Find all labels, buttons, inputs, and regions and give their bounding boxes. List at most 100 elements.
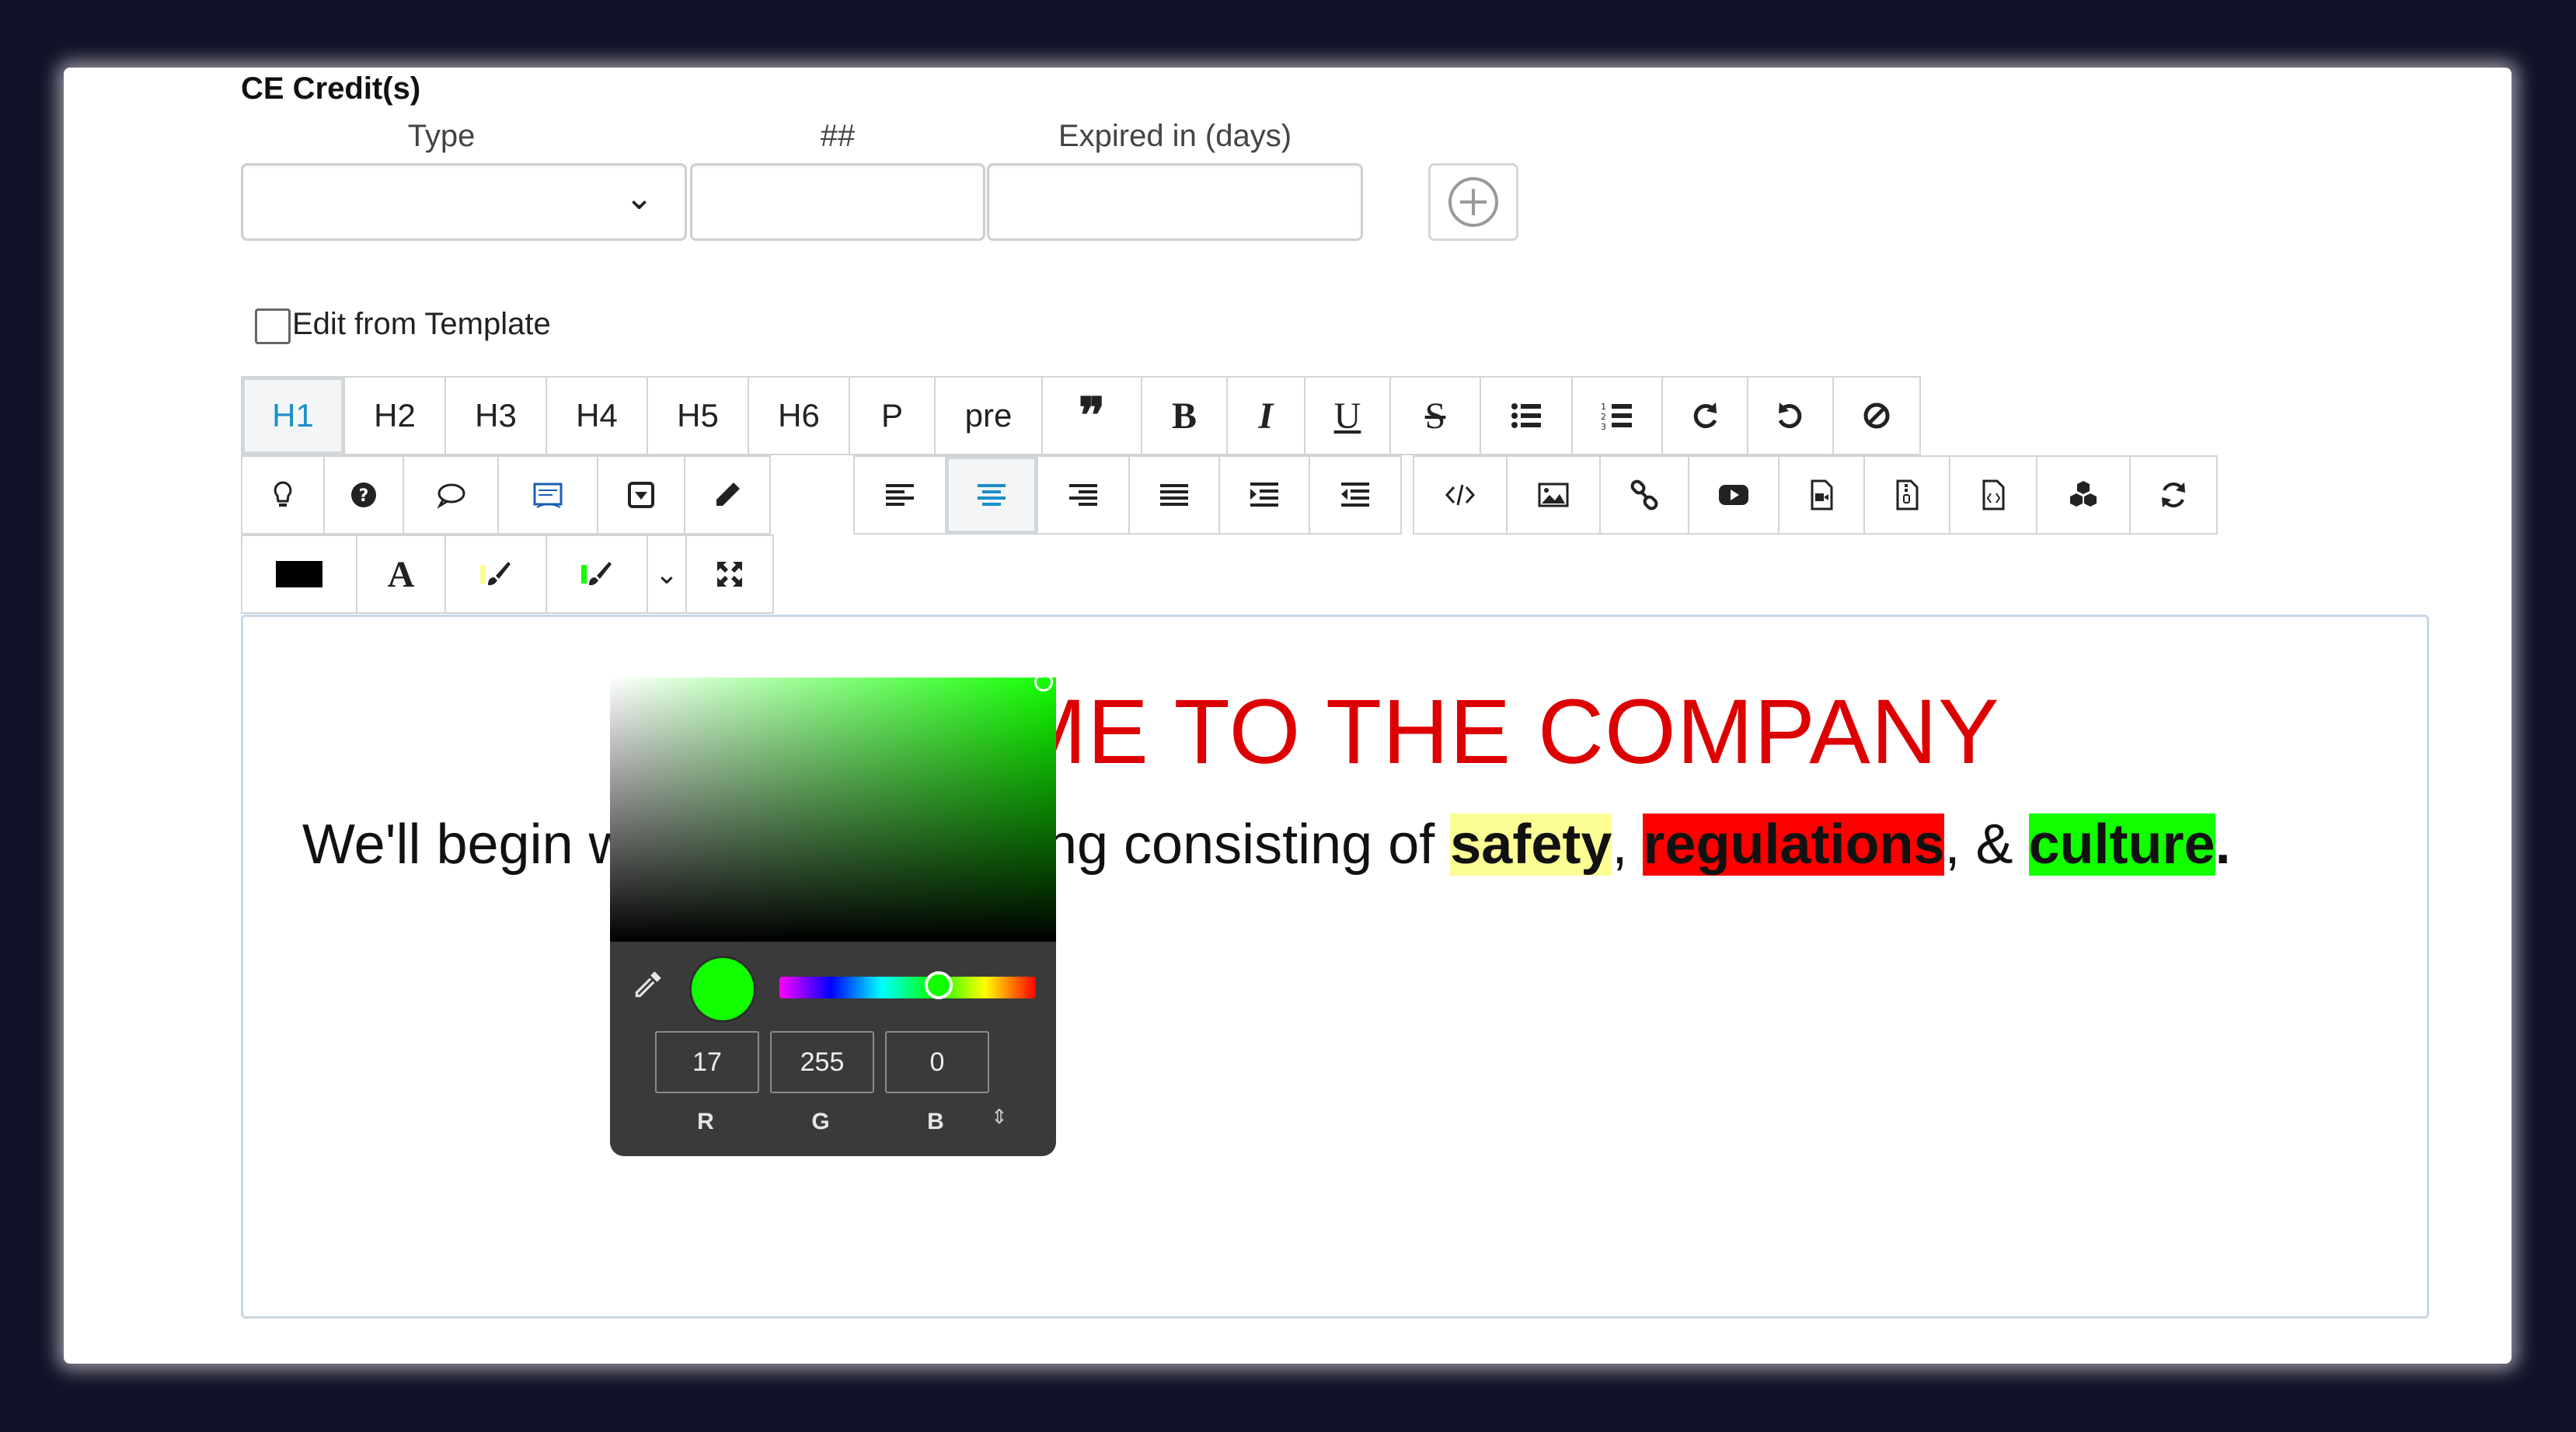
strikethrough-button[interactable]: S xyxy=(1391,378,1481,454)
editor-paragraph[interactable]: We'll begin with your onboarding consist… xyxy=(302,813,2231,876)
align-justify-icon xyxy=(1160,484,1188,506)
bold-button[interactable]: B xyxy=(1142,378,1228,454)
insert-video-button[interactable] xyxy=(1689,457,1779,533)
refresh-button[interactable] xyxy=(2131,457,2216,533)
svg-text:?: ? xyxy=(359,486,369,506)
highlight-safety: safety xyxy=(1450,814,1612,876)
align-right-button[interactable] xyxy=(1038,457,1130,533)
file-archive-icon xyxy=(1896,479,1919,510)
highlight-dropdown-button[interactable]: ⌄ xyxy=(648,536,687,612)
fullscreen-button[interactable] xyxy=(687,536,772,612)
format-h2-button[interactable]: H2 xyxy=(345,378,446,454)
paragraph-end: . xyxy=(2215,814,2231,876)
redo-icon xyxy=(1693,402,1717,429)
mode-toggle-button[interactable]: ⇕ xyxy=(991,1105,1008,1129)
format-h5-button[interactable]: H5 xyxy=(648,378,749,454)
help-button[interactable]: ? xyxy=(325,457,404,533)
insert-code-file-button[interactable] xyxy=(1950,457,2037,533)
align-center-button[interactable] xyxy=(946,457,1038,533)
link-icon xyxy=(1630,479,1658,510)
expired-days-input[interactable] xyxy=(987,163,1363,241)
speech-bubble-icon xyxy=(437,483,465,509)
italic-button[interactable]: I xyxy=(1228,378,1305,454)
format-pre-button[interactable]: pre xyxy=(936,378,1043,454)
numbered-list-button[interactable]: 123 xyxy=(1573,378,1663,454)
paintbrush-green-icon xyxy=(581,562,612,586)
hue-slider[interactable] xyxy=(779,977,1036,998)
blue-value-input[interactable]: 0 xyxy=(885,1031,989,1093)
insert-image-button[interactable] xyxy=(1508,457,1601,533)
text-color-swatch-button[interactable] xyxy=(242,536,357,612)
undo-button[interactable] xyxy=(1748,378,1834,454)
align-left-button[interactable] xyxy=(855,457,946,533)
svg-text:3: 3 xyxy=(1601,422,1606,432)
screen-frame: CE Credit(s) Type ## Expired in (days) ⌄… xyxy=(0,0,2576,1432)
dropdown-insert-button[interactable] xyxy=(598,457,685,533)
insert-archive-button[interactable] xyxy=(1865,457,1950,533)
outdent-icon xyxy=(1341,483,1369,507)
sync-icon xyxy=(2162,483,2185,507)
rich-text-editor[interactable]: WELCOME TO THE COMPANY We'll begin with … xyxy=(241,615,2429,1319)
bullet-list-icon xyxy=(1511,403,1541,428)
bullet-list-button[interactable] xyxy=(1481,378,1573,454)
template-checkbox[interactable] xyxy=(255,308,291,344)
highlight-regulations: regulations xyxy=(1643,814,1945,876)
insert-link-button[interactable] xyxy=(1601,457,1689,533)
eyedropper-button[interactable] xyxy=(630,967,666,1006)
red-label: R xyxy=(697,1109,714,1134)
cubes-icon xyxy=(2070,481,2097,507)
indent-button[interactable] xyxy=(1220,457,1310,533)
format-h1-button[interactable]: H1 xyxy=(242,378,345,454)
saturation-value-area[interactable] xyxy=(610,678,1056,942)
current-color-swatch xyxy=(689,956,756,1023)
code-view-button[interactable] xyxy=(1414,457,1508,533)
highlight-green-button[interactable] xyxy=(547,536,648,612)
count-input[interactable] xyxy=(690,163,985,241)
quote-icon: ❞ xyxy=(1078,387,1106,444)
clear-format-button[interactable] xyxy=(1834,378,1919,454)
insert-block-button[interactable] xyxy=(2037,457,2131,533)
image-icon xyxy=(1538,483,1569,507)
color-picker-popup: 17 255 0 R G B ⇕ xyxy=(610,678,1056,1156)
format-h3-button[interactable]: H3 xyxy=(446,378,547,454)
caret-square-icon xyxy=(628,482,654,508)
align-right-icon xyxy=(1069,484,1097,506)
comment-button[interactable] xyxy=(404,457,499,533)
green-value-input[interactable]: 255 xyxy=(770,1031,874,1093)
expired-label: Expired in (days) xyxy=(1058,119,1292,153)
tip-button[interactable] xyxy=(242,457,325,533)
certificate-button[interactable] xyxy=(499,457,598,533)
svg-text:2: 2 xyxy=(1601,412,1606,422)
font-color-button[interactable]: A xyxy=(357,536,446,612)
chevron-down-icon: ⌄ xyxy=(625,179,654,217)
indent-icon xyxy=(1250,483,1278,507)
red-value-input[interactable]: 17 xyxy=(655,1031,759,1093)
editor-heading[interactable]: WELCOME TO THE COMPANY xyxy=(243,679,2427,785)
style-toolbar: B I U S 123 xyxy=(1141,376,1921,455)
undo-icon xyxy=(1778,402,1802,429)
code-icon xyxy=(1445,484,1476,506)
blockquote-button[interactable]: ❞ xyxy=(1043,378,1141,454)
ce-credits-title: CE Credit(s) xyxy=(241,71,421,106)
underline-button[interactable]: U xyxy=(1305,378,1391,454)
highlight-yellow-button[interactable] xyxy=(446,536,547,612)
align-left-icon xyxy=(886,484,914,506)
type-select[interactable]: ⌄ xyxy=(241,163,687,241)
type-label: Type xyxy=(407,119,476,153)
format-h6-button[interactable]: H6 xyxy=(749,378,850,454)
add-credit-button[interactable] xyxy=(1428,163,1518,241)
up-down-chevron-icon: ⇕ xyxy=(991,1105,1008,1128)
format-h4-button[interactable]: H4 xyxy=(547,378,648,454)
format-p-button[interactable]: P xyxy=(850,378,936,454)
saturation-handle[interactable] xyxy=(1034,678,1053,692)
hue-slider-handle[interactable] xyxy=(925,971,953,999)
blue-label: B xyxy=(927,1109,944,1134)
numbered-list-icon: 123 xyxy=(1601,402,1632,432)
redo-button[interactable] xyxy=(1663,378,1748,454)
align-justify-button[interactable] xyxy=(1130,457,1220,533)
insert-video-file-button[interactable] xyxy=(1779,457,1865,533)
outdent-button[interactable] xyxy=(1310,457,1400,533)
paintbrush-yellow-icon xyxy=(480,562,511,586)
file-code-icon xyxy=(1982,479,2005,510)
pencil-button[interactable] xyxy=(685,457,769,533)
